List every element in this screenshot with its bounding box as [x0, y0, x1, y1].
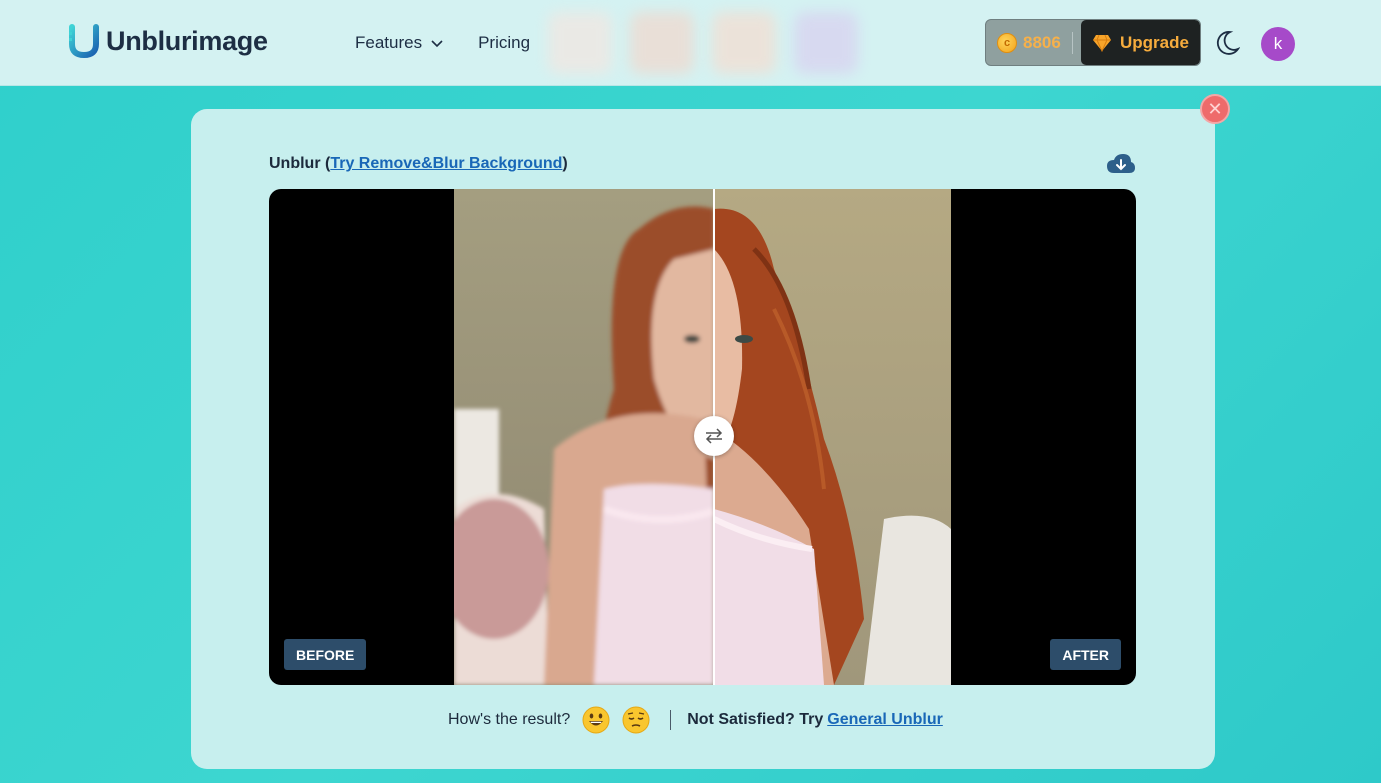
blurred-thumbnail: [630, 12, 694, 74]
credits-count: 8806: [1023, 32, 1061, 52]
blurred-thumbnails: [548, 12, 858, 74]
before-after-comparison[interactable]: BEFORE AFTER: [269, 189, 1136, 685]
before-image: [454, 189, 714, 685]
diamond-icon: [1093, 34, 1112, 52]
remove-blur-background-link[interactable]: Try Remove&Blur Background: [330, 155, 562, 172]
comparison-slider-handle[interactable]: [694, 416, 734, 456]
chevron-down-icon: [431, 40, 443, 48]
nav-features-label: Features: [355, 33, 423, 52]
upgrade-button[interactable]: Upgrade: [1081, 20, 1200, 65]
feedback-row: How's the result? Not Satisfied? Try Gene…: [448, 706, 943, 734]
credits-display[interactable]: c 8806: [986, 20, 1081, 65]
happy-face-icon[interactable]: [582, 706, 610, 734]
blurred-thumbnail: [794, 12, 858, 74]
sad-face-icon[interactable]: [622, 706, 650, 734]
result-panel: Unblur (Try Remove&Blur Background) BEFO…: [191, 109, 1215, 769]
close-button[interactable]: ✕: [1200, 94, 1230, 124]
main-nav: Features Pricing: [355, 33, 530, 53]
after-image: [714, 189, 951, 685]
not-satisfied-label: Not Satisfied? Try: [687, 711, 824, 728]
logo-mark-icon: [69, 24, 99, 58]
swap-arrows-icon: [705, 428, 723, 444]
coin-icon: c: [997, 32, 1017, 53]
separator: [670, 710, 672, 730]
general-unblur-link[interactable]: General Unblur: [827, 711, 943, 728]
after-label: AFTER: [1050, 639, 1121, 670]
panel-title-suffix: ): [562, 155, 568, 172]
not-satisfied-text: Not Satisfied? Try General Unblur: [687, 711, 943, 729]
nav-pricing[interactable]: Pricing: [478, 33, 530, 53]
blurred-thumbnail: [712, 12, 776, 74]
before-label: BEFORE: [284, 639, 367, 670]
nav-features[interactable]: Features: [355, 33, 444, 53]
avatar[interactable]: k: [1261, 27, 1295, 61]
panel-title: Unblur (Try Remove&Blur Background): [269, 155, 568, 173]
blurred-thumbnail: [548, 12, 612, 74]
close-icon: ✕: [1207, 98, 1223, 119]
panel-title-prefix: Unblur (: [269, 155, 331, 172]
logo-text: Unblurimage: [106, 25, 268, 56]
cloud-download-icon[interactable]: [1106, 153, 1136, 175]
top-header: Unblurimage Features Pricing c 8806 Upgr…: [0, 0, 1381, 86]
nav-pricing-label: Pricing: [478, 33, 531, 52]
credits-upgrade-box: c 8806 Upgrade: [985, 19, 1201, 66]
logo[interactable]: Unblurimage: [68, 24, 268, 58]
moon-icon[interactable]: [1216, 30, 1240, 56]
feedback-question: How's the result?: [448, 711, 571, 728]
upgrade-label: Upgrade: [1120, 32, 1189, 52]
